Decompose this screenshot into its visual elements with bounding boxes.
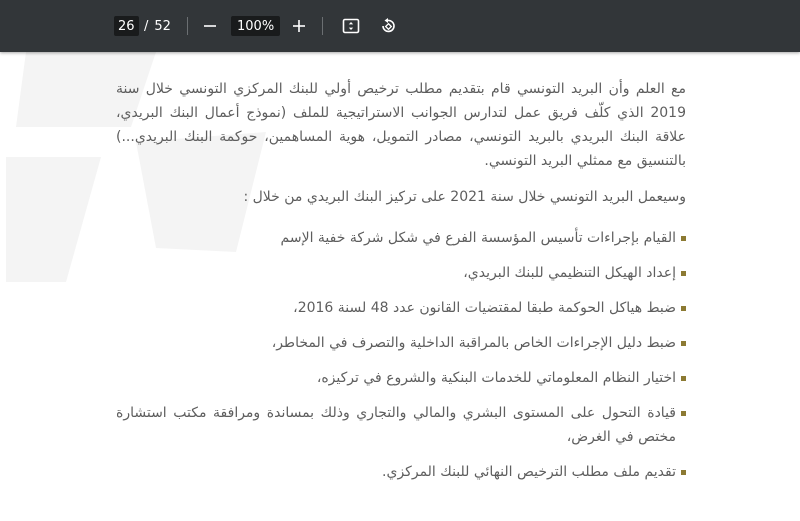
- list-item-text: ضبط هياكل الحوكمة طبقا لمقتضيات القانون …: [293, 300, 676, 316]
- minus-icon: [204, 25, 216, 27]
- list-item: اختيار النظام المعلوماتي للخدمات البنكية…: [116, 366, 686, 390]
- list-item: قيادة التحول على المستوى البشري والمالي …: [116, 401, 686, 449]
- list-item: القيام بإجراءات تأسيس المؤسسة الفرع في ش…: [116, 226, 686, 250]
- page-separator: /: [144, 18, 149, 34]
- zoom-in-button[interactable]: [287, 14, 311, 38]
- pdf-page: مع العلم وأن البريد التونسي قام بتقديم م…: [6, 52, 800, 521]
- bullet-square-icon: [681, 341, 686, 346]
- list-item-text: القيام بإجراءات تأسيس المؤسسة الفرع في ش…: [280, 230, 676, 246]
- rotate-icon: [382, 18, 395, 33]
- document-content: مع العلم وأن البريد التونسي قام بتقديم م…: [116, 77, 686, 495]
- fit-to-page-button[interactable]: [339, 14, 363, 38]
- bullet-square-icon: [681, 376, 686, 381]
- current-page-number: 26: [118, 18, 135, 34]
- page-total: / 52: [144, 0, 171, 52]
- list-item: إعداد الهيكل التنظيمي للبنك البريدي،: [116, 261, 686, 285]
- bullet-square-icon: [681, 470, 686, 475]
- list-item: ضبط دليل الإجراءات الخاص بالمراقبة الداخ…: [116, 331, 686, 355]
- list-item: تقديم ملف مطلب الترخيص النهائي للبنك الم…: [116, 460, 686, 484]
- list-item-text: اختيار النظام المعلوماتي للخدمات البنكية…: [316, 370, 676, 386]
- paragraph-plan: وسيعمل البريد التونسي خلال سنة 2021 على …: [243, 189, 686, 205]
- bullet-square-icon: [681, 411, 686, 416]
- list-item-text: ضبط دليل الإجراءات الخاص بالمراقبة الداخ…: [271, 335, 676, 351]
- plus-icon: [293, 20, 305, 32]
- bullet-square-icon: [681, 236, 686, 241]
- list-item-text: تقديم ملف مطلب الترخيص النهائي للبنك الم…: [382, 464, 676, 480]
- list-item-text: قيادة التحول على المستوى البشري والمالي …: [116, 405, 676, 445]
- page-number-input[interactable]: 26: [114, 16, 139, 36]
- fit-page-icon: [342, 18, 360, 34]
- rotate-button[interactable]: [376, 14, 400, 38]
- total-pages: 52: [154, 18, 171, 34]
- list-item-text: إعداد الهيكل التنظيمي للبنك البريدي،: [463, 265, 676, 281]
- bullet-square-icon: [681, 271, 686, 276]
- toolbar-divider: [187, 17, 188, 35]
- bullet-square-icon: [681, 306, 686, 311]
- list-item: ضبط هياكل الحوكمة طبقا لمقتضيات القانون …: [116, 296, 686, 320]
- action-list: القيام بإجراءات تأسيس المؤسسة الفرع في ش…: [116, 226, 686, 484]
- zoom-level-value: 100%: [237, 18, 275, 34]
- toolbar-divider: [322, 17, 323, 35]
- paragraph-intro: مع العلم وأن البريد التونسي قام بتقديم م…: [116, 81, 686, 169]
- zoom-level-input[interactable]: 100%: [231, 16, 281, 36]
- zoom-out-button[interactable]: [198, 14, 222, 38]
- pdf-toolbar: 26 / 52 100%: [0, 0, 800, 52]
